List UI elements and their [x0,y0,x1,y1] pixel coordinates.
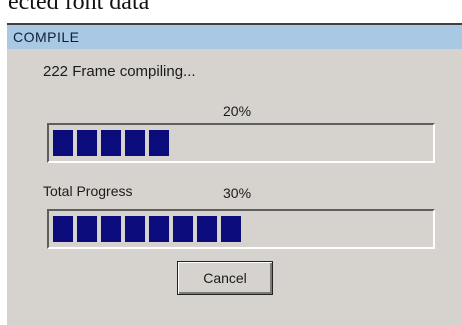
total-progress-label: Total Progress [43,183,133,199]
page: ected font data COMPILE 222 Frame compil… [0,0,462,325]
frame-progress-percent: 20% [223,103,252,119]
compile-dialog: COMPILE 222 Frame compiling... 20% Total… [6,22,462,325]
frame-progress-fill [53,130,173,156]
frame-progress-bar [47,123,435,163]
status-text: 222 Frame compiling... [43,63,196,80]
cancel-button[interactable]: Cancel [177,261,273,295]
dialog-titlebar[interactable]: COMPILE [7,23,462,49]
total-progress-percent: 30% [223,185,252,201]
total-progress-fill [53,216,245,242]
total-progress-bar [47,209,435,249]
dialog-title: COMPILE [13,29,80,45]
clipped-caption-text: ected font data [8,0,150,15]
